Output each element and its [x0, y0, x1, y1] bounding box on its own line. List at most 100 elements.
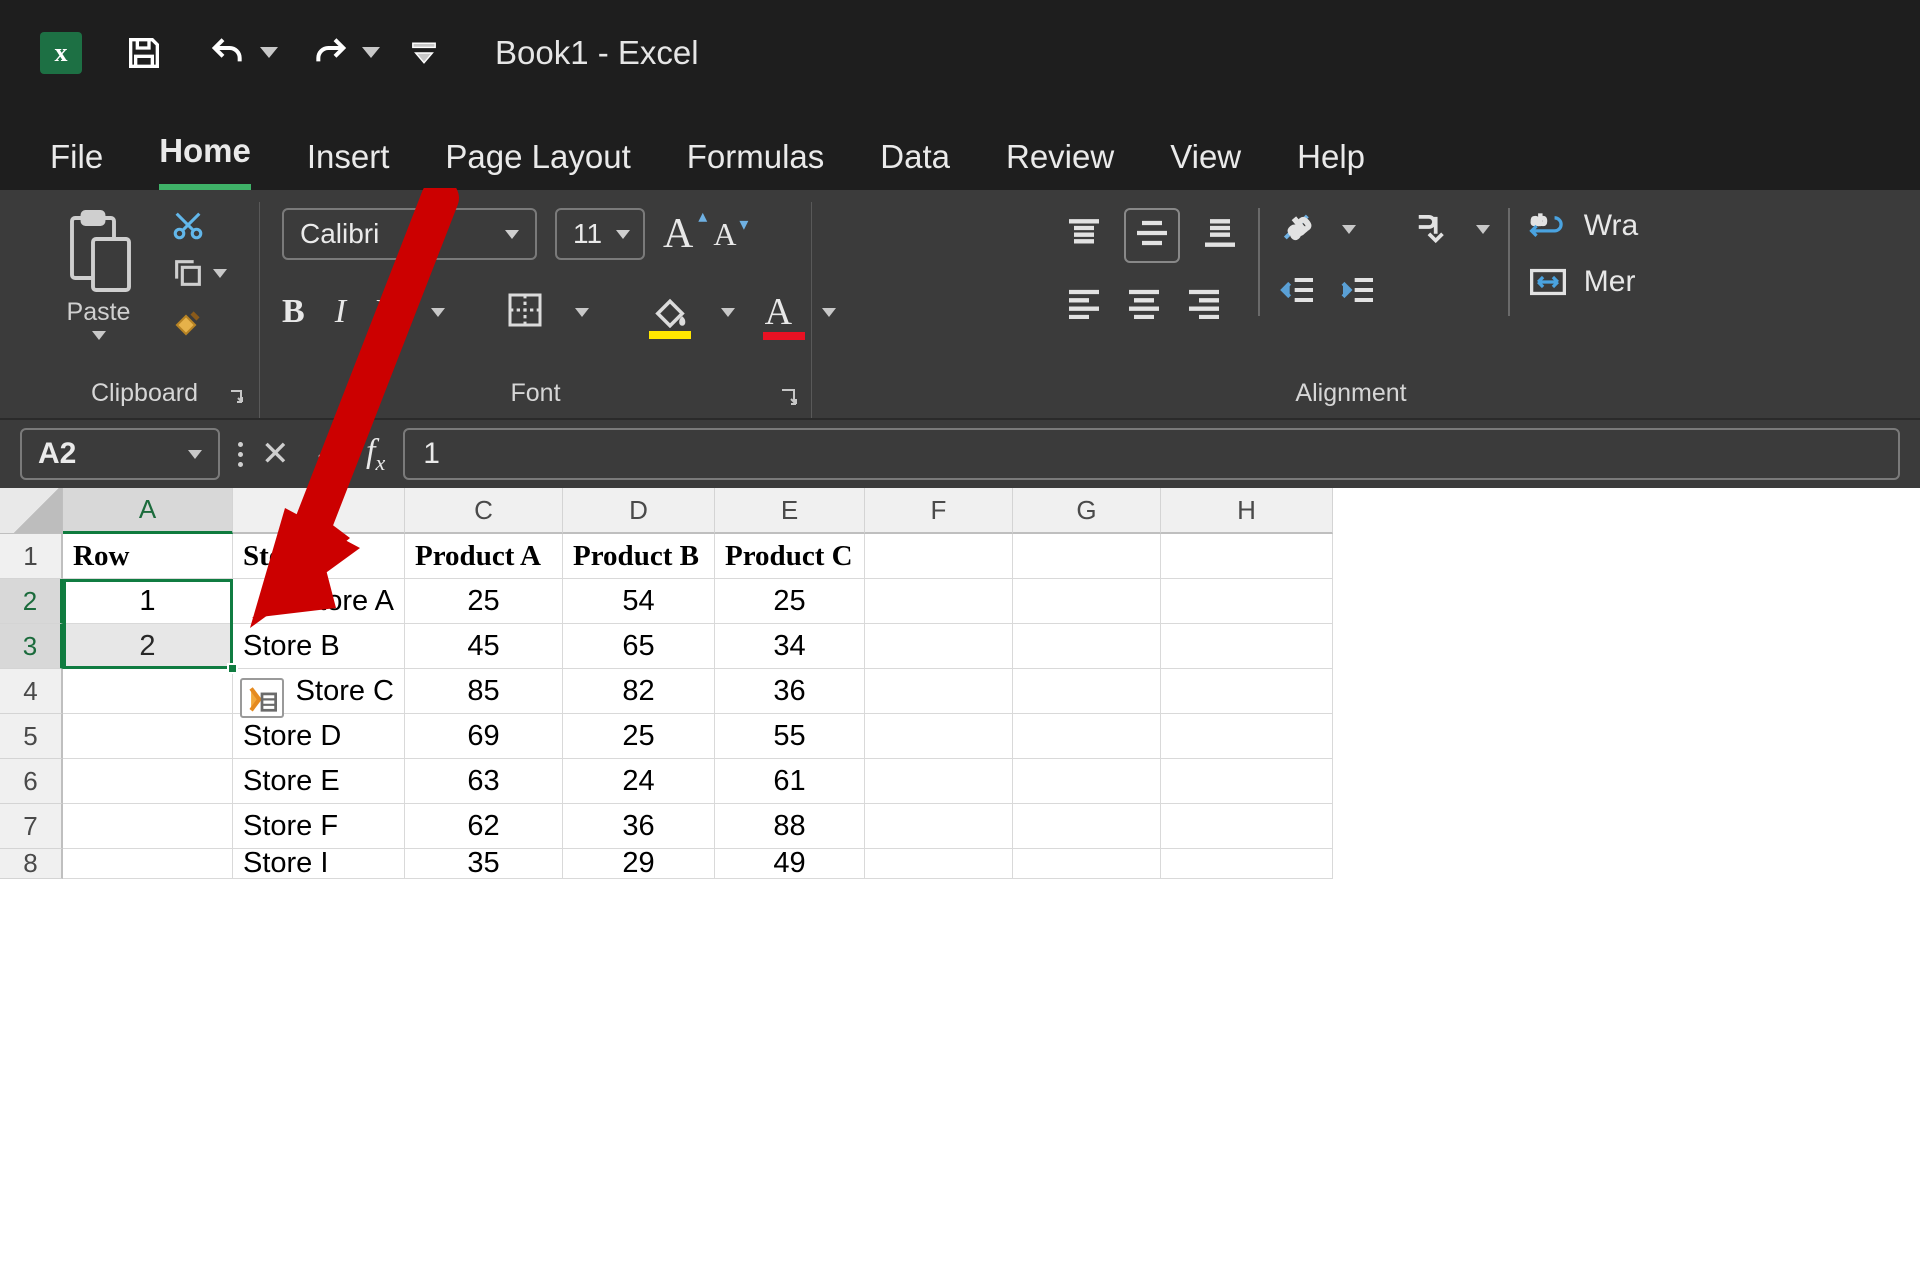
- cell-b2[interactable]: Store A: [233, 579, 405, 624]
- decrease-font-size-button[interactable]: A▾: [713, 216, 736, 253]
- cell-d8[interactable]: 29: [563, 849, 715, 879]
- cell-f5[interactable]: [865, 714, 1013, 759]
- cell-h8[interactable]: [1161, 849, 1333, 879]
- cell-c4[interactable]: 85: [405, 669, 563, 714]
- row-header-2[interactable]: 2: [0, 579, 63, 624]
- formula-input[interactable]: 1: [403, 428, 1900, 480]
- customize-qat-button[interactable]: [410, 38, 438, 68]
- col-header-e[interactable]: E: [715, 488, 865, 534]
- select-all-corner[interactable]: [0, 488, 63, 534]
- align-left-button[interactable]: [1064, 285, 1104, 324]
- cancel-entry-button[interactable]: ✕: [261, 434, 290, 474]
- cell-c2[interactable]: 25: [405, 579, 563, 624]
- borders-dropdown-icon[interactable]: [575, 308, 589, 317]
- col-header-c[interactable]: C: [405, 488, 563, 534]
- cell-e4[interactable]: 36: [715, 669, 865, 714]
- cell-a4[interactable]: [63, 669, 233, 714]
- undo-button[interactable]: [206, 33, 278, 73]
- paste-dropdown-icon[interactable]: [92, 331, 106, 340]
- cell-a5[interactable]: [63, 714, 233, 759]
- cell-a6[interactable]: [63, 759, 233, 804]
- cell-f8[interactable]: [865, 849, 1013, 879]
- cell-g4[interactable]: [1013, 669, 1161, 714]
- cell-b6[interactable]: Store E: [233, 759, 405, 804]
- spreadsheet-grid[interactable]: A B C D E F G H 1 Row Store Product A Pr…: [0, 488, 1920, 879]
- cell-h4[interactable]: [1161, 669, 1333, 714]
- cell-g3[interactable]: [1013, 624, 1161, 669]
- fill-color-button[interactable]: [649, 292, 691, 333]
- cell-h7[interactable]: [1161, 804, 1333, 849]
- cell-f2[interactable]: [865, 579, 1013, 624]
- merge-center-button[interactable]: Mer: [1528, 264, 1638, 300]
- format-painter-button[interactable]: [171, 304, 227, 340]
- cell-b3[interactable]: Store B: [233, 624, 405, 669]
- tab-data[interactable]: Data: [880, 138, 950, 190]
- cell-e3[interactable]: 34: [715, 624, 865, 669]
- cell-b8[interactable]: Store I: [233, 849, 405, 879]
- font-color-button[interactable]: A: [765, 290, 792, 334]
- orientation-button[interactable]: ab: [1278, 208, 1322, 251]
- name-box-resize-icon[interactable]: [238, 442, 243, 467]
- redo-button[interactable]: [308, 33, 380, 73]
- cell-e2[interactable]: 25: [715, 579, 865, 624]
- paste-button[interactable]: Paste: [63, 208, 135, 340]
- cell-g7[interactable]: [1013, 804, 1161, 849]
- cell-f7[interactable]: [865, 804, 1013, 849]
- row-header-8[interactable]: 8: [0, 849, 63, 879]
- copy-dropdown-icon[interactable]: [213, 269, 227, 278]
- cell-a1[interactable]: Row: [63, 534, 233, 579]
- row-header-4[interactable]: 4: [0, 669, 63, 714]
- name-box[interactable]: A2: [20, 428, 220, 480]
- cell-f6[interactable]: [865, 759, 1013, 804]
- cell-e8[interactable]: 49: [715, 849, 865, 879]
- save-button[interactable]: [124, 33, 164, 73]
- decrease-indent-button[interactable]: [1278, 273, 1318, 312]
- bold-button[interactable]: B: [282, 293, 305, 331]
- cell-f1[interactable]: [865, 534, 1013, 579]
- cell-h1[interactable]: [1161, 534, 1333, 579]
- cell-c3[interactable]: 45: [405, 624, 563, 669]
- col-header-a[interactable]: A: [63, 488, 233, 534]
- cell-d1[interactable]: Product B: [563, 534, 715, 579]
- cell-a3[interactable]: 2: [63, 624, 233, 669]
- increase-font-size-button[interactable]: A▴: [663, 210, 693, 258]
- col-header-f[interactable]: F: [865, 488, 1013, 534]
- tab-help[interactable]: Help: [1297, 138, 1365, 190]
- cell-d3[interactable]: 65: [563, 624, 715, 669]
- cell-g5[interactable]: [1013, 714, 1161, 759]
- fill-color-dropdown-icon[interactable]: [721, 308, 735, 317]
- font-size-combo[interactable]: 11: [555, 208, 645, 260]
- row-header-7[interactable]: 7: [0, 804, 63, 849]
- cell-a2[interactable]: 1: [63, 579, 233, 624]
- cell-d2[interactable]: 54: [563, 579, 715, 624]
- cell-g1[interactable]: [1013, 534, 1161, 579]
- copy-button[interactable]: [171, 256, 227, 290]
- borders-button[interactable]: [505, 290, 545, 335]
- cell-e5[interactable]: 55: [715, 714, 865, 759]
- tab-page-layout[interactable]: Page Layout: [445, 138, 630, 190]
- cell-e7[interactable]: 88: [715, 804, 865, 849]
- cell-f4[interactable]: [865, 669, 1013, 714]
- row-header-3[interactable]: 3: [0, 624, 63, 669]
- cell-b7[interactable]: Store F: [233, 804, 405, 849]
- cell-e6[interactable]: 61: [715, 759, 865, 804]
- row-header-5[interactable]: 5: [0, 714, 63, 759]
- cell-c6[interactable]: 63: [405, 759, 563, 804]
- align-right-button[interactable]: [1184, 285, 1224, 324]
- cut-button[interactable]: [171, 208, 227, 242]
- cell-b1[interactable]: Store: [233, 534, 405, 579]
- chevron-down-icon[interactable]: [188, 450, 202, 459]
- col-header-b[interactable]: B: [233, 488, 405, 534]
- cell-g2[interactable]: [1013, 579, 1161, 624]
- underline-dropdown-icon[interactable]: [431, 308, 445, 317]
- cell-g8[interactable]: [1013, 849, 1161, 879]
- tab-insert[interactable]: Insert: [307, 138, 390, 190]
- align-bottom-button[interactable]: [1200, 216, 1240, 255]
- cell-d7[interactable]: 36: [563, 804, 715, 849]
- orientation-dropdown-icon[interactable]: [1342, 225, 1356, 234]
- col-header-g[interactable]: G: [1013, 488, 1161, 534]
- redo-dropdown-icon[interactable]: [362, 47, 380, 58]
- cell-d4[interactable]: 82: [563, 669, 715, 714]
- align-middle-button[interactable]: [1124, 208, 1180, 263]
- align-top-button[interactable]: [1064, 216, 1104, 255]
